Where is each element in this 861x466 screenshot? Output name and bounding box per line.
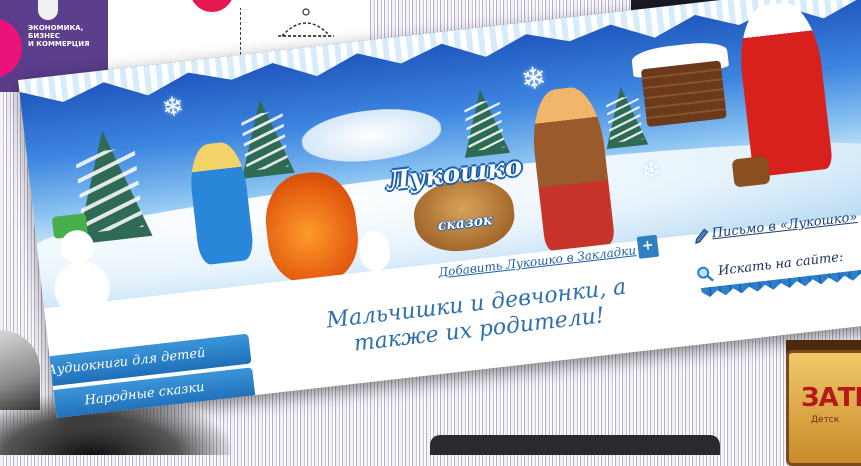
pencil-icon bbox=[695, 228, 709, 245]
search-icon bbox=[697, 266, 714, 282]
snowflake-icon: ❄ bbox=[641, 157, 663, 185]
puzzle-piece-pink bbox=[0, 18, 22, 78]
tagline: Мальчишки и девчонки, а также их родител… bbox=[296, 271, 660, 363]
add-bookmark-button[interactable]: + bbox=[636, 234, 660, 259]
troika-sleigh-illustration bbox=[299, 102, 444, 169]
log-house-illustration bbox=[640, 60, 727, 128]
hat-icon bbox=[278, 8, 334, 37]
page-curl-shadow bbox=[0, 330, 40, 410]
snowman-illustration bbox=[44, 221, 115, 309]
snowy-tree bbox=[233, 96, 295, 179]
wooden-sign: ЗАТЕ Детск bbox=[786, 350, 861, 466]
promo-text: ЭКОНОМИКА, БИЗНЕС И КОММЕРЦИЯ bbox=[28, 24, 108, 48]
snowflake-icon: ❄ bbox=[160, 91, 186, 124]
promo-text-line1: ЭКОНОМИКА, БИЗНЕС bbox=[28, 24, 84, 40]
sign-title: ЗАТЕ bbox=[801, 383, 861, 413]
barrel-illustration bbox=[731, 155, 771, 188]
promo-text-line2: И КОММЕРЦИЯ bbox=[28, 40, 90, 48]
sign-subtitle: Детск bbox=[811, 415, 840, 425]
puzzle-piece-white bbox=[38, 0, 58, 20]
snowy-tree bbox=[599, 84, 649, 150]
dark-device-bottom bbox=[430, 435, 720, 455]
snowflake-icon: ❄ bbox=[519, 60, 549, 98]
snowy-tree bbox=[457, 87, 511, 158]
